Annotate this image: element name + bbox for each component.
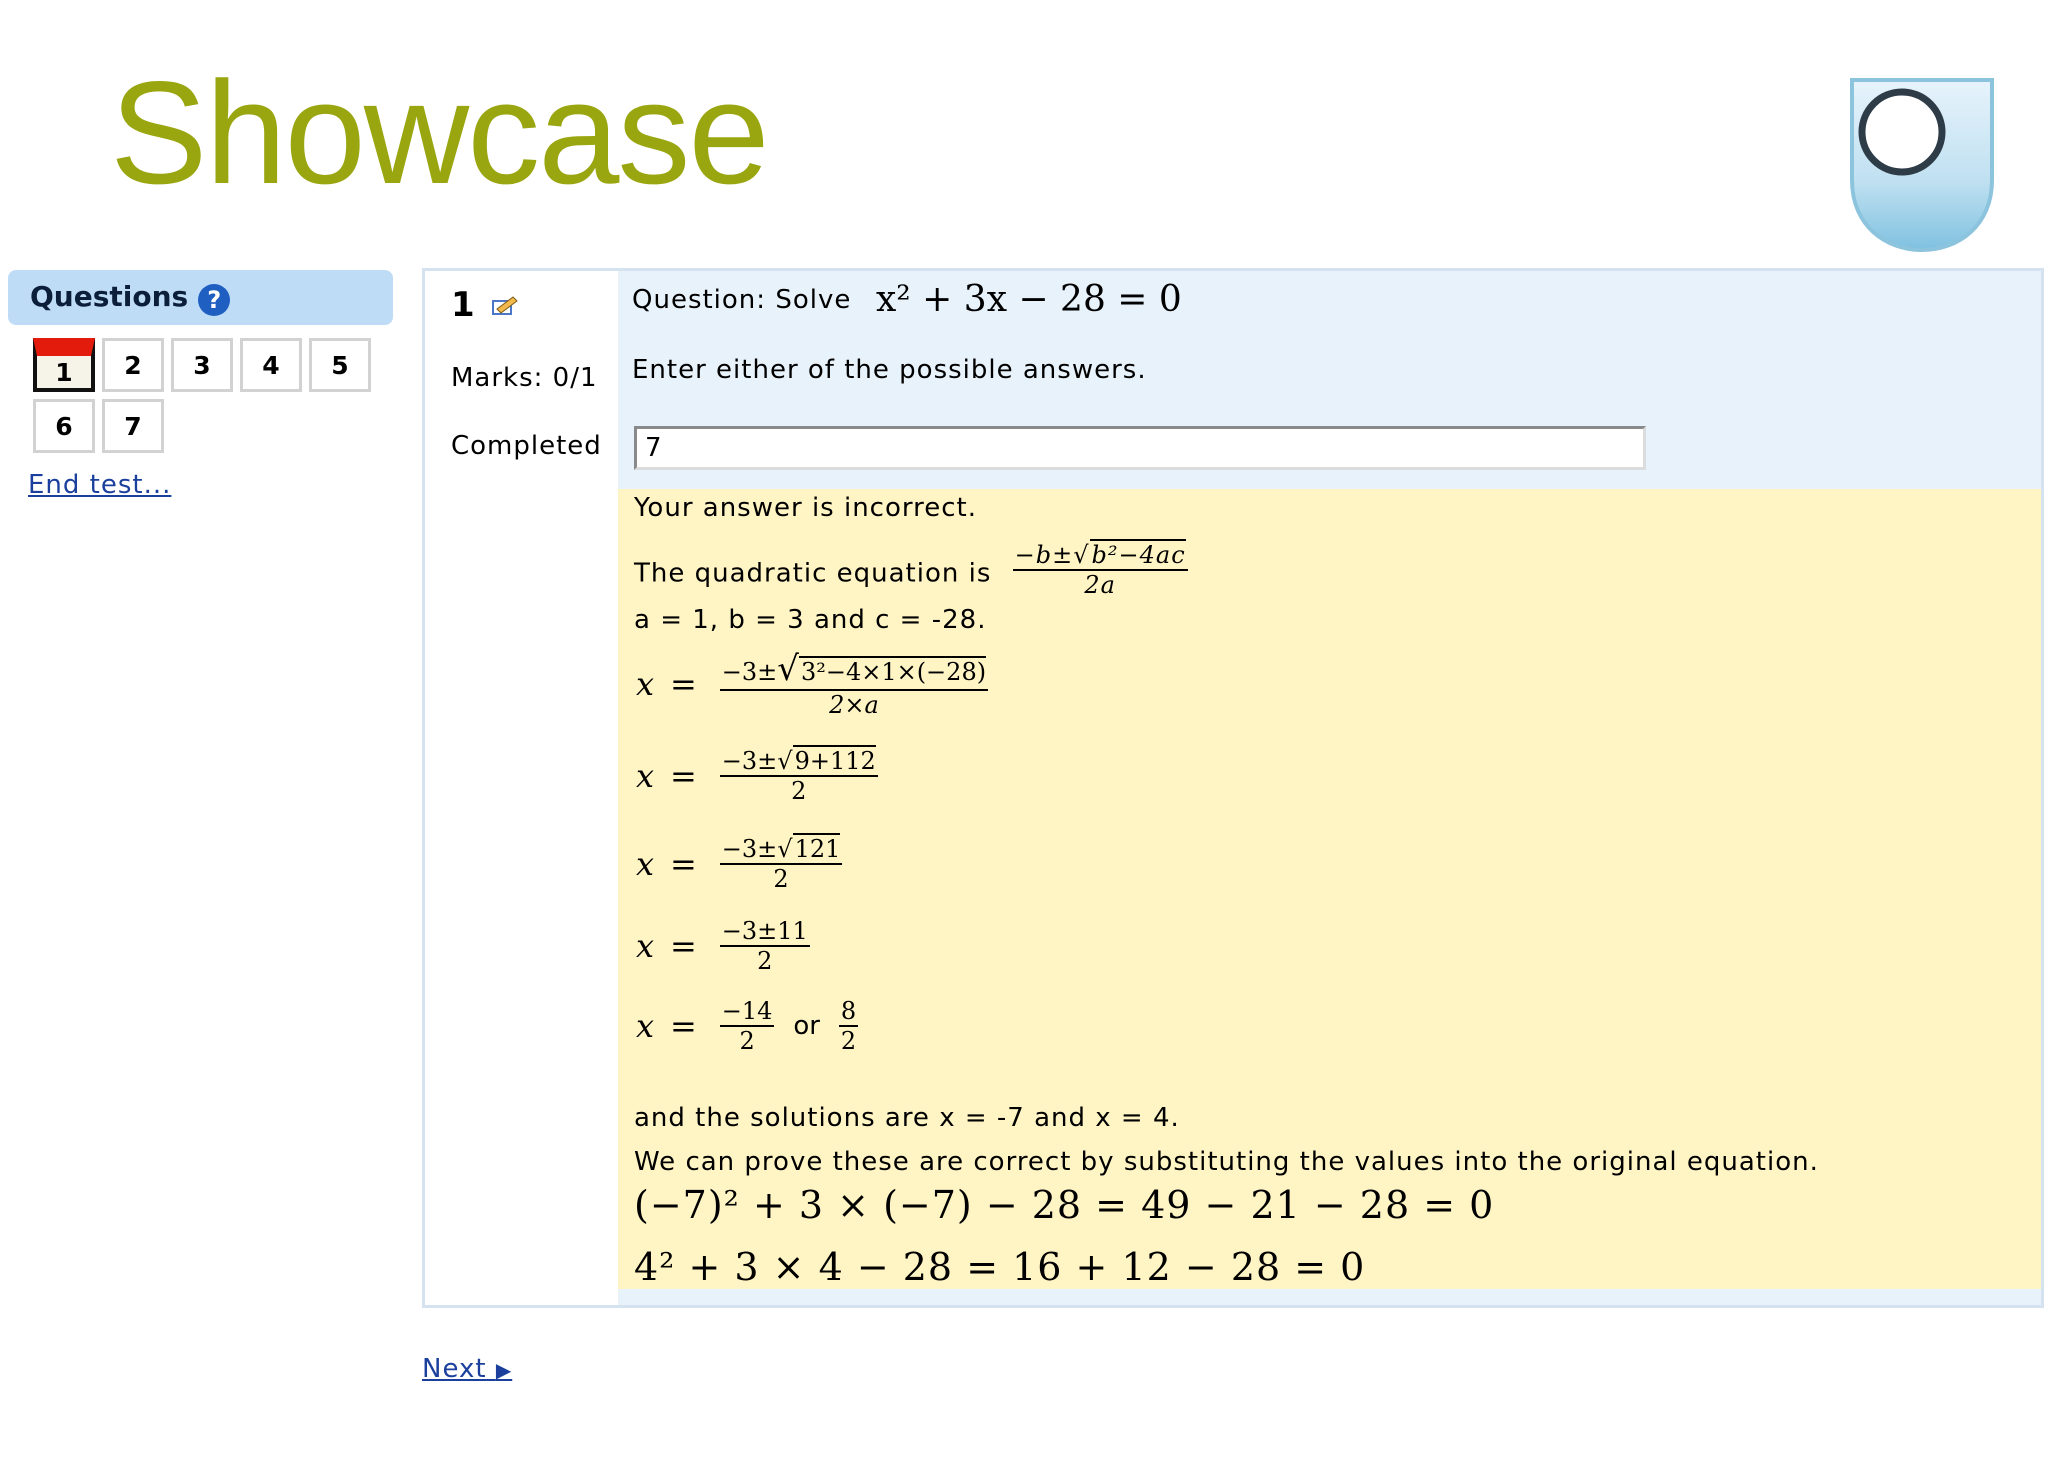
questions-heading: Questions [30,280,189,313]
university-shield-logo [1850,78,1994,253]
marks-label: Marks: 0/1 [451,363,598,393]
question-nav-2[interactable]: 2 [102,338,164,392]
question-equation: x² + 3x − 28 = 0 [876,279,1182,320]
solution-step-1: x = −3±√3²−4×1×(−28) 2×a [636,649,989,719]
question-number: 1 [451,285,476,325]
proof-equation-1: (−7)² + 3 × (−7) − 28 = 49 − 21 − 28 = 0 [634,1183,1495,1227]
question-prompt-label: Question: Solve [632,285,852,315]
question-panel: 1 Marks: 0/1 Completed Question: Solve x… [422,268,2044,1308]
question-nav-3[interactable]: 3 [171,338,233,392]
formula-row: The quadratic equation is −b±√b²−4ac 2a [634,539,1188,603]
status-label: Completed [451,431,602,461]
question-nav-4[interactable]: 4 [240,338,302,392]
formula-numerator-prefix: −b± [1014,541,1074,569]
coefficients-line: a = 1, b = 3 and c = -28. [634,605,987,635]
next-link-label: Next [422,1354,487,1384]
questions-panel-header: Questions? [8,270,393,325]
solution-step-4: x = −3±11 2 [636,917,810,975]
end-test-link[interactable]: End test... [28,470,171,500]
formula-label: The quadratic equation is [634,558,992,589]
formula-denominator: 2a [1084,571,1116,599]
solutions-line: and the solutions are x = -7 and x = 4. [634,1103,1180,1133]
question-panel-footer [618,1289,2041,1305]
question-nav-1[interactable]: 1 [33,338,95,392]
question-area: Question: Solve x² + 3x − 28 = 0 Enter e… [618,271,2041,489]
formula-numerator-radicand: b²−4ac [1089,539,1186,569]
help-icon[interactable]: ? [198,284,231,316]
quadratic-formula: −b±√b²−4ac 2a [1012,539,1188,599]
feedback-verdict: Your answer is incorrect. [634,493,977,523]
question-instruction: Enter either of the possible answers. [632,355,1147,385]
proof-intro: We can prove these are correct by substi… [634,1147,1819,1177]
proof-equation-2: 4² + 3 × 4 − 28 = 16 + 12 − 28 = 0 [634,1245,1366,1289]
flag-question-icon[interactable] [491,295,519,317]
slide-title: Showcase [110,51,770,214]
question-nav-7[interactable]: 7 [102,399,164,453]
next-link[interactable]: Next ▶ [422,1354,512,1384]
next-arrow-icon: ▶ [495,1358,513,1382]
solution-step-5: x = −14 2 or 8 2 [636,997,859,1055]
feedback-area: Your answer is incorrect. The quadratic … [618,489,2041,1289]
question-info-column: 1 Marks: 0/1 Completed [425,271,617,1305]
question-nav-5[interactable]: 5 [309,338,371,392]
question-nav-6[interactable]: 6 [33,399,95,453]
answer-input[interactable] [634,426,1646,470]
solution-step-2: x = −3±√9+112 2 [636,745,878,805]
solution-step-3: x = −3±√121 2 [636,833,843,893]
